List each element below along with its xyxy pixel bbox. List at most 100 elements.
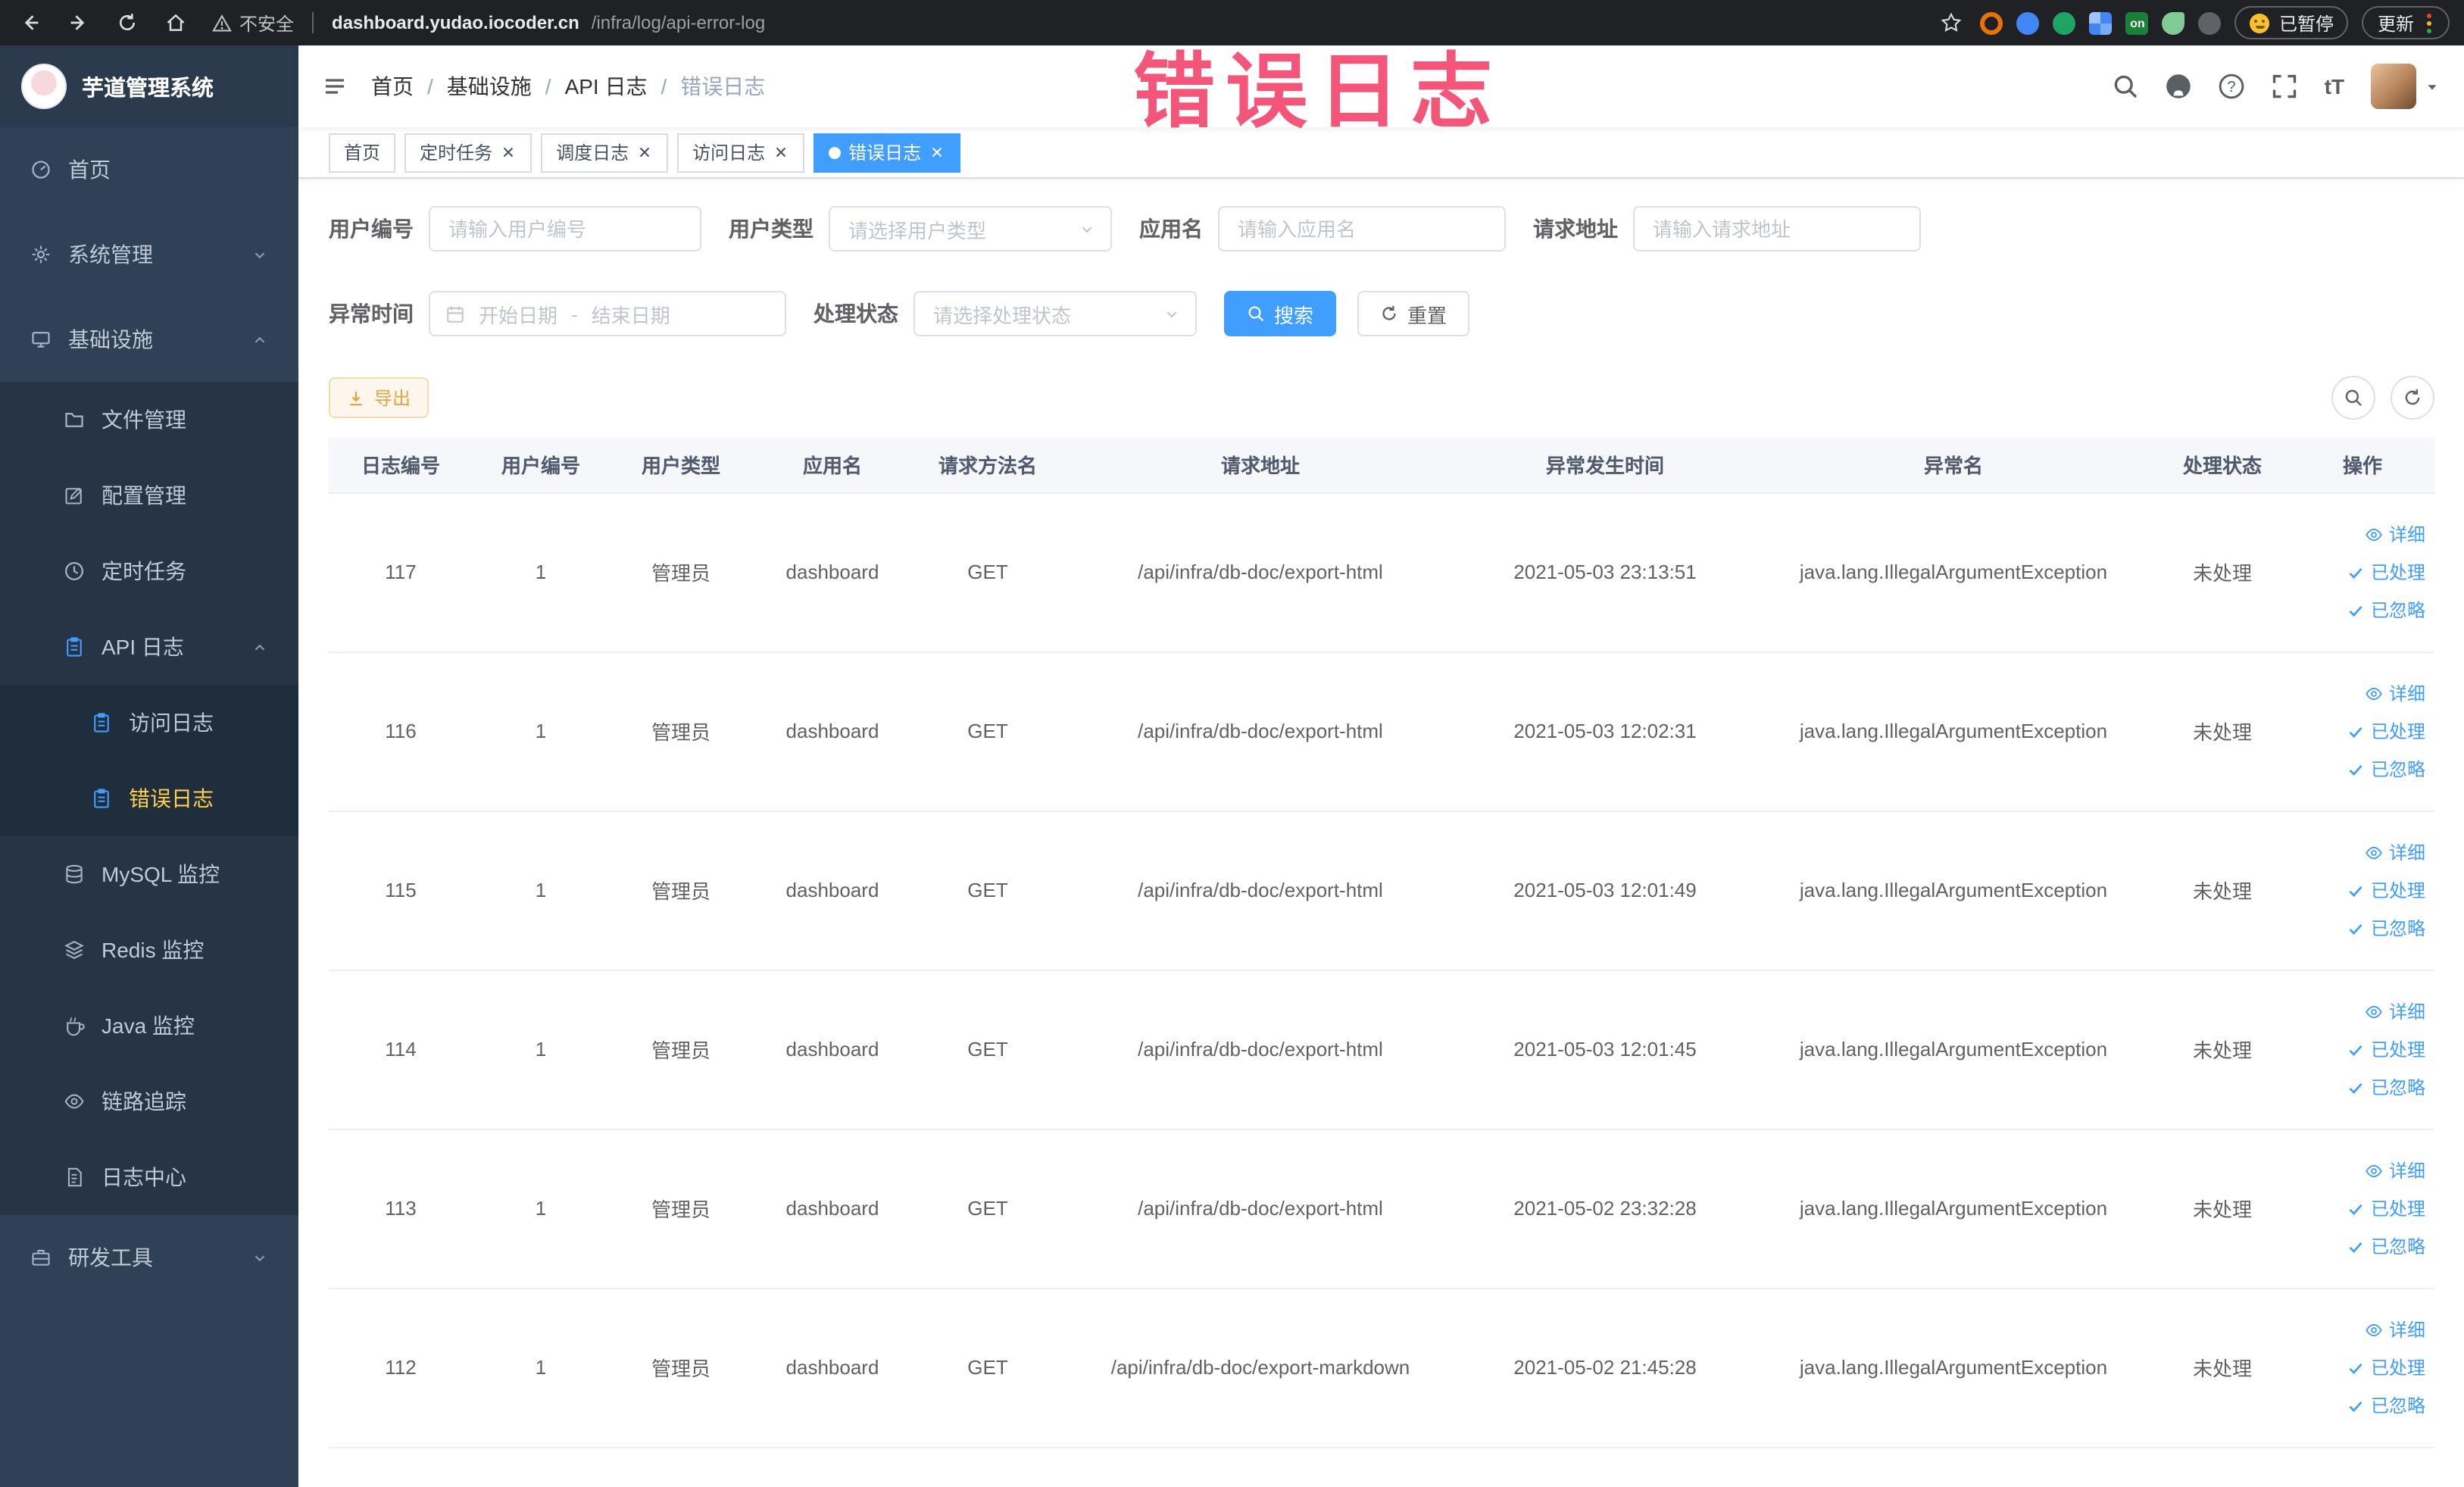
app-logo[interactable]: 芋道管理系统 <box>0 45 298 127</box>
fullscreen-icon[interactable] <box>2272 73 2299 100</box>
forward-icon[interactable] <box>64 8 94 38</box>
detail-link[interactable]: 详细 <box>2297 674 2425 712</box>
back-icon[interactable] <box>15 8 45 38</box>
ignore-link[interactable]: 已忽略 <box>2297 1386 2425 1424</box>
tab-close-icon[interactable] <box>636 144 653 161</box>
sidebar-item-label: Redis 监控 <box>101 938 205 962</box>
sidebar-item-error-log[interactable]: 错误日志 <box>0 761 298 836</box>
processed-link[interactable]: 已处理 <box>2297 1348 2425 1386</box>
error-log-table: 日志编号 用户编号 用户类型 应用名 请求方法名 请求地址 异常发生时间 异常名… <box>329 438 2434 1448</box>
ignore-link[interactable]: 已忽略 <box>2297 909 2425 947</box>
app-title: 芋道管理系统 <box>82 77 214 101</box>
processed-link[interactable]: 已处理 <box>2297 553 2425 591</box>
home-icon[interactable] <box>161 8 191 38</box>
github-icon[interactable] <box>2166 73 2193 100</box>
font-size-icon[interactable]: tT <box>2325 74 2344 98</box>
detail-link[interactable]: 详细 <box>2297 515 2425 553</box>
request-url-input[interactable] <box>1633 206 1921 251</box>
reload-icon[interactable] <box>112 8 142 38</box>
tab-access-log[interactable]: 访问日志 <box>677 133 805 172</box>
extension-icon-blue-grid[interactable] <box>2089 11 2113 34</box>
paused-extension-badge[interactable]: 已暂停 <box>2234 6 2349 39</box>
extension-icon-leaf[interactable] <box>2162 11 2185 34</box>
paused-label: 已暂停 <box>2278 13 2334 34</box>
detail-link[interactable]: 详细 <box>2297 833 2425 871</box>
address-bar[interactable]: 不安全 dashboard.yudao.iocoder.cn/infra/log… <box>191 10 1937 36</box>
cell-actions: 详细 已处理 已忽略 <box>2291 1129 2434 1289</box>
detail-link[interactable]: 详细 <box>2297 1310 2425 1348</box>
user-id-input[interactable] <box>429 206 701 251</box>
tab-job-log[interactable]: 调度日志 <box>541 133 669 172</box>
security-chip[interactable]: 不安全 <box>212 10 294 36</box>
eye-icon <box>2365 1161 2383 1179</box>
date-range-picker[interactable]: 开始日期 - 结束日期 <box>429 291 786 336</box>
reset-button[interactable]: 重置 <box>1357 291 1470 336</box>
browser-update-button[interactable]: 更新 <box>2362 6 2449 39</box>
breadcrumb-home[interactable]: 首页 <box>371 71 414 102</box>
sidebar-item-java-monitor[interactable]: Java 监控 <box>0 988 298 1064</box>
breadcrumb-api-logs[interactable]: API 日志 <box>565 71 648 102</box>
sidebar-item-redis-monitor[interactable]: Redis 监控 <box>0 912 298 988</box>
sidebar-item-scheduled-tasks[interactable]: 定时任务 <box>0 533 298 609</box>
sidebar-item-tracing[interactable]: 链路追踪 <box>0 1064 298 1139</box>
monitor-icon <box>30 329 52 350</box>
sidebar-toggle-icon[interactable] <box>323 74 347 98</box>
extension-icon-blue-drop[interactable] <box>2016 11 2040 34</box>
tab-error-log[interactable]: 错误日志 <box>814 133 961 172</box>
hide-search-button[interactable] <box>2331 376 2375 420</box>
sidebar-item-file-management[interactable]: 文件管理 <box>0 382 298 458</box>
ignore-link[interactable]: 已忽略 <box>2297 750 2425 788</box>
search-icon[interactable] <box>2113 73 2140 100</box>
table-row: 113 1 管理员 dashboard GET /api/infra/db-do… <box>329 1129 2434 1289</box>
tab-close-icon[interactable] <box>500 144 517 161</box>
sidebar-item-label: 研发工具 <box>68 1245 153 1270</box>
user-menu[interactable] <box>2370 64 2440 109</box>
user-type-select[interactable]: 请选择用户类型 <box>829 206 1112 251</box>
tab-home[interactable]: 首页 <box>329 133 396 172</box>
extension-icon-orange-ring[interactable] <box>1980 11 2003 34</box>
processed-link[interactable]: 已处理 <box>2297 712 2425 750</box>
sidebar-item-access-log[interactable]: 访问日志 <box>0 685 298 761</box>
processed-link[interactable]: 已处理 <box>2297 871 2425 909</box>
security-label: 不安全 <box>239 13 295 34</box>
search-button[interactable]: 搜索 <box>1224 291 1337 336</box>
sidebar-item-system-management[interactable]: 系统管理 <box>0 212 298 297</box>
table-row: 116 1 管理员 dashboard GET /api/infra/db-do… <box>329 651 2434 811</box>
extension-icon-green-circle[interactable] <box>2053 11 2076 34</box>
extension-icon-paw[interactable] <box>2198 11 2222 34</box>
process-status-select[interactable]: 请选择处理状态 <box>913 291 1197 336</box>
tab-close-icon[interactable] <box>773 144 789 161</box>
browser-menu-icon[interactable] <box>2423 13 2434 33</box>
tab-label: 定时任务 <box>420 142 493 164</box>
sidebar-item-log-center[interactable]: 日志中心 <box>0 1139 298 1215</box>
export-button[interactable]: 导出 <box>329 377 429 418</box>
sidebar-item-infrastructure[interactable]: 基础设施 <box>0 297 298 382</box>
ignore-link[interactable]: 已忽略 <box>2297 1068 2425 1106</box>
page-content: 用户编号 用户类型 请选择用户类型 应用名 <box>298 179 2464 1487</box>
cell-status: 未处理 <box>2154 970 2291 1129</box>
check-icon <box>2347 601 2365 619</box>
edit-icon <box>64 485 85 506</box>
help-icon[interactable] <box>2219 73 2246 100</box>
sidebar-item-dev-tools[interactable]: 研发工具 <box>0 1215 298 1300</box>
app-name-input[interactable] <box>1218 206 1506 251</box>
processed-link[interactable]: 已处理 <box>2297 1030 2425 1068</box>
sidebar-item-home[interactable]: 首页 <box>0 127 298 212</box>
detail-link[interactable]: 详细 <box>2297 992 2425 1030</box>
tab-close-icon[interactable] <box>929 144 945 161</box>
extension-icon-on-badge[interactable]: on <box>2125 11 2149 34</box>
ignore-link[interactable]: 已忽略 <box>2297 591 2425 629</box>
breadcrumb-infrastructure[interactable]: 基础设施 <box>447 71 532 102</box>
column-header-user-type: 用户类型 <box>609 438 753 493</box>
sidebar-item-config-management[interactable]: 配置管理 <box>0 458 298 533</box>
filter-row-2: 异常时间 开始日期 - 结束日期 处理状态 请选择处理状态 搜索 重置 <box>329 291 2434 336</box>
sidebar-item-api-logs[interactable]: API 日志 <box>0 609 298 685</box>
sidebar-item-mysql-monitor[interactable]: MySQL 监控 <box>0 836 298 912</box>
detail-link[interactable]: 详细 <box>2297 1151 2425 1189</box>
processed-link[interactable]: 已处理 <box>2297 1189 2425 1227</box>
bookmark-star-icon[interactable] <box>1937 8 1967 38</box>
tab-scheduled-tasks[interactable]: 定时任务 <box>404 133 532 172</box>
refresh-table-button[interactable] <box>2390 376 2434 420</box>
cell-time: 2021-05-03 12:01:49 <box>1457 811 1753 970</box>
ignore-link[interactable]: 已忽略 <box>2297 1227 2425 1265</box>
